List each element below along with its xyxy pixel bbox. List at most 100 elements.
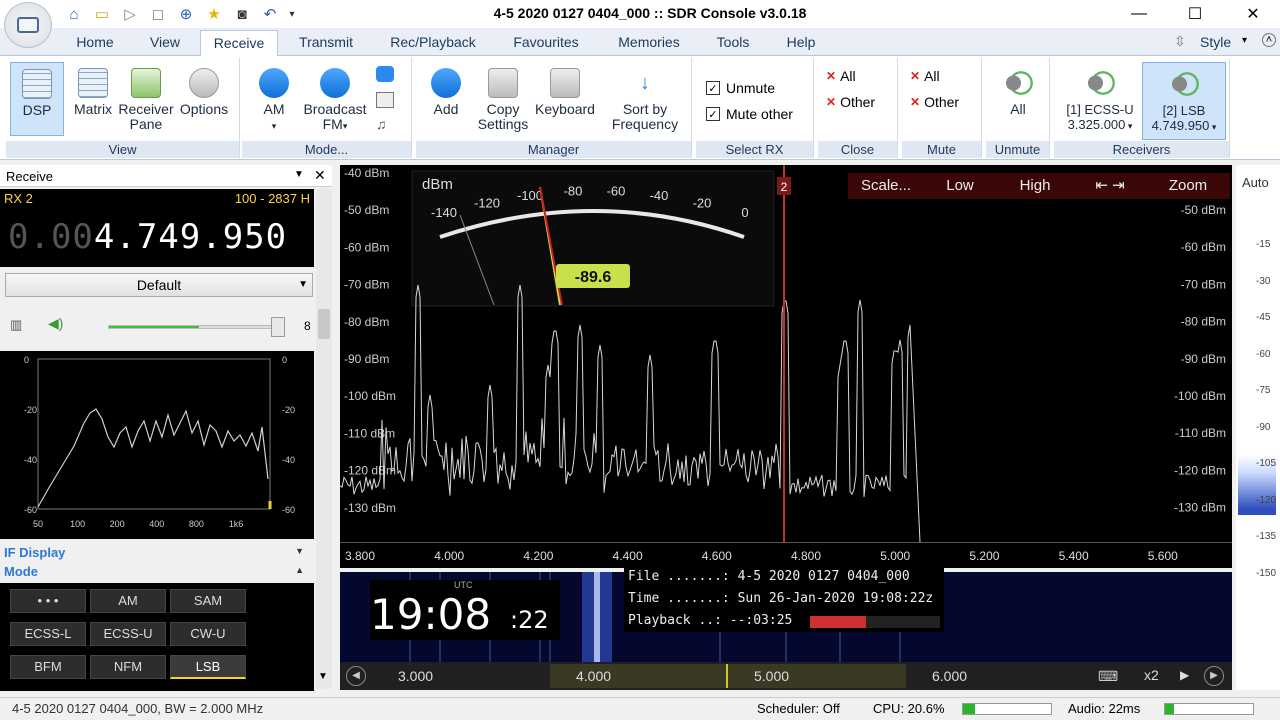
undo-icon[interactable]: ↶ (260, 4, 280, 24)
spectrum-display[interactable]: -40 dBm -50 dBm -60 dBm -70 dBm -80 dBm -90 d… (339, 165, 1232, 543)
broadcast-fm-button[interactable]: Broadcast FM▾ (302, 62, 368, 138)
scale-tick-label: -30 (1256, 275, 1271, 287)
mode-button[interactable]: NFM (90, 655, 166, 679)
time-info: Time .......: Sun 26-Jan-2020 19:08:22z (628, 591, 934, 606)
home-icon[interactable]: ⌂ (64, 4, 84, 24)
spectrum-x-label: 4.800 (791, 549, 822, 563)
app-menu-button[interactable] (4, 2, 52, 48)
mode-button[interactable]: ECSS-U (90, 622, 166, 646)
style-menu[interactable]: Style (1200, 34, 1231, 50)
waterfall-display[interactable]: UTC 19:08 :22 File .......: 4-5 2020 012… (340, 566, 1232, 662)
panel-close-icon[interactable]: ✕ (314, 167, 326, 184)
mode-button[interactable]: AM (90, 589, 166, 613)
mode-small-icon-1[interactable] (376, 66, 394, 82)
audio-y-label-right: -20 (282, 405, 295, 415)
mute-other-checkbox[interactable]: ✓ Mute other (706, 106, 793, 122)
playback-progress[interactable] (810, 616, 940, 628)
tab-rec-playback[interactable]: Rec/Playback (380, 34, 486, 56)
zoom-button[interactable]: Zoom (1146, 173, 1230, 199)
add-icon[interactable]: ⊕ (176, 4, 196, 24)
scrollbar-thumb[interactable] (318, 309, 330, 339)
close-window-button[interactable]: ✕ (1230, 0, 1276, 28)
status-file-info: 4-5 2020 0127 0404_000, BW = 2.000 MHz (12, 701, 264, 716)
mode-button[interactable]: BFM (10, 655, 86, 679)
mode-section-header[interactable]: Mode ▲ (0, 563, 314, 581)
matrix-button[interactable]: Matrix (66, 62, 120, 136)
mode-small-icon-2[interactable] (376, 92, 394, 108)
unmute-checkbox[interactable]: ✓ Unmute (706, 80, 775, 96)
span-button[interactable]: ⇤ ⇥ (1074, 173, 1146, 199)
high-button[interactable]: High (996, 173, 1074, 199)
sort-by-frequency-button[interactable]: ↓ Sort by Frequency (606, 62, 684, 138)
mode-button[interactable]: ECSS-L (10, 622, 86, 646)
speaker-icon[interactable]: ◀) (48, 315, 63, 332)
add-button[interactable]: Add (422, 62, 470, 138)
audio-y-label-right: -40 (282, 455, 295, 465)
waterfall-scale[interactable]: Auto -15 -30 -45 -60 -75 -90 -105 -120 -135 -150 (1236, 165, 1280, 690)
auto-button[interactable]: Auto (1242, 175, 1269, 190)
frequency-readout[interactable]: 0.004.749.950 (8, 217, 287, 257)
receiver-1-button[interactable]: [1] ECSS-U 3.325.000 ▾ (1058, 62, 1142, 140)
scale-button[interactable]: Scale... (848, 173, 924, 199)
chevron-down-icon: ▼ (298, 279, 308, 290)
maximize-button[interactable]: ☐ (1172, 0, 1218, 28)
scroll-left-icon[interactable]: ◀ (346, 666, 366, 686)
chevron-down-icon: ▼ (295, 546, 304, 556)
close-other-button[interactable]: ✕ Other (826, 94, 875, 110)
options-button[interactable]: Options (176, 62, 232, 136)
mute-all-button[interactable]: ✕ All (910, 68, 940, 84)
scale-tick-label: -60 (1256, 348, 1271, 360)
muted-speaker-icon (1085, 68, 1115, 98)
minimize-button[interactable]: — (1116, 0, 1162, 28)
style-dropdown-icon[interactable]: ▾ (1242, 35, 1247, 46)
mute-other-button[interactable]: ✕ Other (910, 94, 959, 110)
play-icon[interactable]: ▷ (120, 4, 140, 24)
unmute-all-button[interactable]: All (994, 62, 1042, 136)
am-button[interactable]: AM ▾ (250, 62, 298, 138)
keyboard-button[interactable]: Keyboard (534, 62, 596, 138)
mode-button[interactable]: • • • (10, 589, 86, 613)
tab-tools[interactable]: Tools (708, 34, 758, 56)
camera-icon[interactable]: ◙ (232, 4, 252, 24)
spectrum-y-label-left: -90 dBm (344, 352, 389, 366)
preset-dropdown[interactable]: Default ▼ (5, 273, 313, 297)
mode-button[interactable]: CW-U (170, 622, 246, 646)
equalizer-icon[interactable]: ▥ (10, 317, 22, 333)
copy-settings-button[interactable]: Copy Settings (472, 62, 534, 138)
keyboard-icon[interactable]: ⌨ (1098, 668, 1118, 685)
folder-icon[interactable]: ▭ (92, 4, 112, 24)
panel-scrollbar[interactable] (316, 189, 332, 689)
dsp-button[interactable]: DSP (10, 62, 64, 136)
panel-dropdown-icon[interactable]: ▼ (294, 169, 304, 180)
quick-access-dropdown-icon[interactable]: ▾ (282, 4, 302, 24)
spectrum-toolbar: Scale... Low High ⇤ ⇥ Zoom (848, 173, 1230, 199)
low-button[interactable]: Low (924, 173, 996, 199)
tab-receive[interactable]: Receive (200, 30, 278, 57)
volume-slider-thumb[interactable] (271, 317, 286, 337)
scroll-right-icon[interactable]: ▶ (1204, 666, 1224, 686)
mode-button[interactable]: SAM (170, 589, 246, 613)
star-icon[interactable]: ★ (204, 4, 224, 24)
tab-view[interactable]: View (140, 34, 190, 56)
stop-icon[interactable]: ◻ (148, 4, 168, 24)
volume-slider[interactable] (108, 325, 274, 329)
receiver-2-button[interactable]: [2] LSB 4.749.950 ▾ (1142, 62, 1226, 140)
tab-help[interactable]: Help (776, 34, 826, 56)
collapse-ribbon-icon[interactable]: ˄ (1262, 33, 1276, 47)
tab-favourites[interactable]: Favourites (504, 34, 588, 56)
receiver-pane-button[interactable]: Receiver Pane (118, 62, 174, 136)
mode-small-icon-3[interactable]: ♫ (376, 116, 394, 132)
scroll-down-icon[interactable]: ▼ (318, 671, 328, 682)
chevron-up-icon: ▲ (295, 565, 304, 575)
tab-transmit[interactable]: Transmit (290, 34, 362, 56)
s-meter-unit: dBm (422, 176, 453, 193)
zoom-factor[interactable]: x2 (1144, 667, 1159, 683)
spectrum-y-label-right: -100 dBm (1174, 389, 1226, 403)
tab-memories[interactable]: Memories (606, 34, 692, 56)
if-display-header[interactable]: IF Display ▼ (0, 543, 314, 563)
zoom-next-icon[interactable]: ▶ (1180, 668, 1189, 682)
mode-button[interactable]: LSB (170, 655, 246, 679)
close-all-button[interactable]: ✕ All (826, 68, 856, 84)
frequency-display[interactable]: RX 2 100 - 2837 H 0.004.749.950 (0, 189, 314, 267)
tab-home[interactable]: Home (70, 34, 120, 56)
